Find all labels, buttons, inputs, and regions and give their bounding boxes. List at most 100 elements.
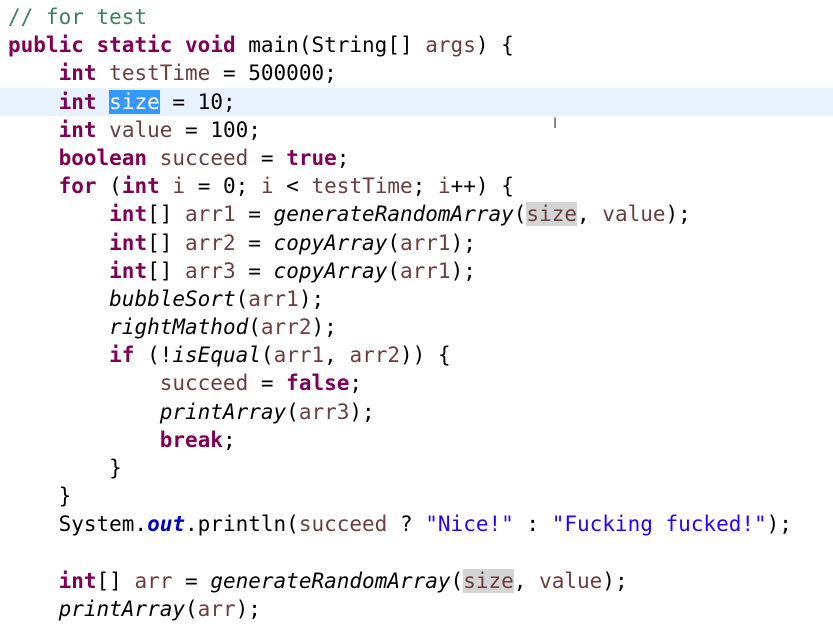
code-token: ( bbox=[248, 315, 261, 340]
code-token: main(String[] bbox=[235, 33, 426, 58]
variable-token: arr1 bbox=[273, 343, 325, 368]
keyword-token: boolean bbox=[58, 145, 148, 170]
code-line[interactable]: System.out.println(succeed ? "Nice!" : "… bbox=[8, 510, 833, 538]
code-token: [] bbox=[147, 258, 186, 283]
method-token: rightMathod bbox=[109, 315, 249, 340]
comment-token: // for test bbox=[8, 5, 148, 29]
keyword-token: int bbox=[109, 258, 148, 283]
code-line[interactable]: printArray(arr3); bbox=[8, 398, 833, 426]
code-line[interactable] bbox=[8, 539, 833, 567]
code-line[interactable]: bubbleSort(arr1); bbox=[8, 285, 833, 313]
code-token: (! bbox=[134, 343, 173, 368]
code-token: ? bbox=[387, 512, 426, 537]
variable-token: arr2 bbox=[260, 315, 312, 340]
variable-token: arr2 bbox=[349, 343, 401, 368]
code-line-current[interactable]: int size = 10; bbox=[0, 87, 833, 116]
code-line[interactable]: succeed = false; bbox=[8, 369, 833, 397]
code-token: ( bbox=[387, 230, 400, 255]
code-token: = 0; bbox=[185, 174, 261, 199]
variable-token: value bbox=[602, 202, 666, 227]
code-line[interactable]: int value = 100; bbox=[8, 116, 833, 144]
keyword-token: int bbox=[121, 174, 160, 199]
code-token: ); bbox=[766, 512, 792, 537]
code-token: ( bbox=[286, 399, 299, 424]
selected-text: size bbox=[109, 89, 160, 114]
code-line[interactable]: printArray(arr); bbox=[8, 595, 833, 623]
string-token: "Fucking fucked!" bbox=[551, 512, 767, 537]
code-token: [] bbox=[147, 230, 186, 255]
variable-token: i bbox=[260, 174, 274, 199]
code-token: = bbox=[172, 568, 211, 593]
code-line[interactable]: } bbox=[8, 482, 833, 510]
variable-token: testTime bbox=[311, 174, 413, 199]
variable-token: testTime bbox=[109, 61, 211, 86]
keyword-token: false bbox=[286, 371, 350, 396]
code-line[interactable]: int[] arr = generateRandomArray(size, va… bbox=[8, 567, 833, 595]
code-line[interactable]: int[] arr2 = copyArray(arr1); bbox=[8, 229, 833, 257]
code-token: System. bbox=[8, 512, 148, 537]
code-token: = bbox=[235, 258, 274, 283]
code-line[interactable]: int testTime = 500000; bbox=[8, 59, 833, 87]
code-area[interactable]: // for test public static void main(Strin… bbox=[0, 3, 833, 623]
keyword-token: break bbox=[159, 427, 223, 452]
code-line[interactable]: } bbox=[8, 454, 833, 482]
code-token: ); bbox=[665, 202, 691, 227]
code-token: ( bbox=[96, 174, 122, 199]
code-line[interactable]: public static void main(String[] args) { bbox=[8, 31, 833, 59]
code-token: ( bbox=[450, 568, 464, 593]
code-token: ); bbox=[298, 286, 325, 311]
code-token: , bbox=[513, 568, 540, 593]
code-token: = bbox=[235, 202, 274, 227]
code-token: [] bbox=[96, 568, 135, 593]
code-line[interactable]: boolean succeed = true; bbox=[8, 144, 833, 172]
code-token: ++) { bbox=[450, 174, 514, 199]
variable-token: succeed bbox=[298, 512, 388, 537]
code-line[interactable]: int[] arr3 = copyArray(arr1); bbox=[8, 257, 833, 285]
code-token: ) { bbox=[475, 33, 514, 58]
code-line[interactable]: int[] arr1 = generateRandomArray(size, v… bbox=[8, 200, 833, 228]
code-line[interactable]: // for test bbox=[8, 3, 833, 31]
field-token: out bbox=[147, 512, 186, 537]
method-token: copyArray bbox=[273, 230, 388, 255]
string-token: "Nice!" bbox=[425, 512, 514, 537]
variable-token: args bbox=[425, 33, 476, 58]
code-token: [] bbox=[147, 202, 186, 227]
method-token: copyArray bbox=[273, 258, 388, 283]
method-token: isEqual bbox=[172, 343, 261, 368]
keyword-token: if bbox=[109, 343, 135, 368]
keyword-token: int bbox=[109, 230, 148, 255]
code-token: ; bbox=[222, 427, 236, 452]
code-token: ( bbox=[387, 258, 400, 283]
code-token: ( bbox=[260, 343, 274, 368]
code-token: ( bbox=[185, 596, 198, 621]
code-line[interactable]: if (!isEqual(arr1, arr2)) { bbox=[8, 341, 833, 369]
code-token: = 100; bbox=[172, 117, 261, 142]
code-token: .println( bbox=[185, 512, 299, 537]
code-line[interactable]: for (int i = 0; i < testTime; i++) { bbox=[8, 172, 833, 200]
variable-token: value bbox=[539, 568, 603, 593]
code-token: ); bbox=[602, 568, 628, 593]
keyword-token: for bbox=[58, 174, 97, 199]
keyword-token: int bbox=[58, 568, 97, 593]
variable-token: succeed bbox=[159, 371, 249, 396]
code-token: ( bbox=[235, 286, 249, 311]
code-line[interactable]: rightMathod(arr2); bbox=[8, 313, 833, 341]
code-token: = bbox=[248, 145, 287, 170]
code-token: )) { bbox=[400, 343, 451, 368]
code-line[interactable]: break; bbox=[8, 426, 833, 454]
method-token: printArray bbox=[58, 596, 186, 621]
code-editor[interactable]: // for test public static void main(Strin… bbox=[0, 0, 833, 631]
